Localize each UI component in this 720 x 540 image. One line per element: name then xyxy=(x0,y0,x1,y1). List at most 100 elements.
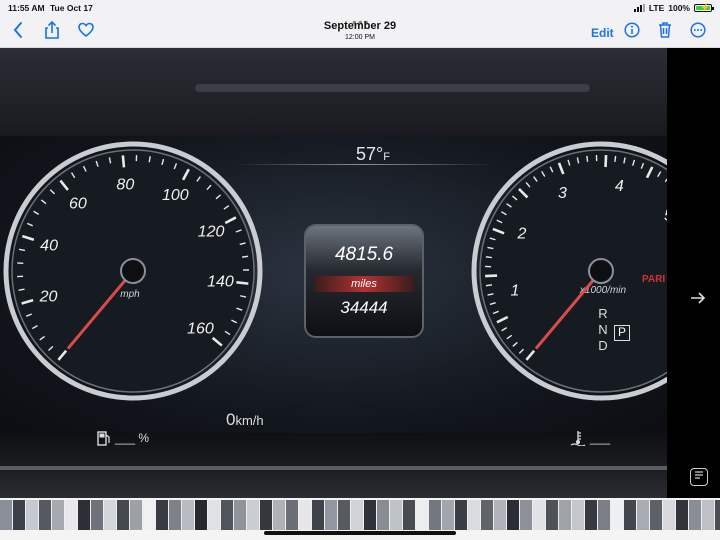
heart-icon xyxy=(78,22,94,38)
coolant-gauge: ___ xyxy=(570,430,610,446)
edit-button[interactable]: Edit xyxy=(591,24,614,42)
thumbnail[interactable] xyxy=(390,500,403,530)
next-photo-button[interactable] xyxy=(690,290,706,311)
trash-button[interactable] xyxy=(658,21,672,43)
thumbnail[interactable] xyxy=(663,500,676,530)
speedometer-label: 60 xyxy=(69,195,87,212)
more-button[interactable] xyxy=(690,21,706,43)
speedometer: 20 40 60 80 100 120 140 160 mph xyxy=(2,140,264,402)
thumbnail[interactable] xyxy=(507,500,520,530)
fuel-gauge: ___ % xyxy=(97,430,149,446)
thumbnail[interactable] xyxy=(286,500,299,530)
tachometer-tick xyxy=(485,256,492,259)
thumbnail[interactable] xyxy=(208,500,221,530)
thumbnail[interactable] xyxy=(585,500,598,530)
thumbnail[interactable] xyxy=(156,500,169,530)
thumbnail[interactable] xyxy=(13,500,26,530)
thumbnail[interactable] xyxy=(351,500,364,530)
speedometer-label: 100 xyxy=(162,187,189,204)
gear-selector: R N D xyxy=(598,306,608,354)
thumbnail[interactable] xyxy=(117,500,130,530)
tachometer-label: 3 xyxy=(558,185,567,202)
thumbnail[interactable] xyxy=(403,500,416,530)
thumbnail[interactable] xyxy=(169,500,182,530)
thumbnail[interactable] xyxy=(533,500,546,530)
tachometer-label: 2 xyxy=(516,225,526,242)
info-button[interactable] xyxy=(624,21,640,43)
thumbnail[interactable] xyxy=(260,500,273,530)
thumbnail[interactable] xyxy=(455,500,468,530)
thumbnail[interactable] xyxy=(676,500,689,530)
thumbnail[interactable] xyxy=(182,500,195,530)
tachometer-tick xyxy=(586,155,589,162)
thumbnail[interactable] xyxy=(0,500,13,530)
outside-temperature: 57°F xyxy=(356,144,390,165)
dashboard-cowl xyxy=(195,84,590,92)
thumbnail[interactable] xyxy=(52,500,65,530)
thumbnail[interactable] xyxy=(143,500,156,530)
thumbnail[interactable] xyxy=(234,500,247,530)
thumbnail[interactable] xyxy=(130,500,143,530)
live-text-button[interactable] xyxy=(690,468,708,486)
thumbnail[interactable] xyxy=(650,500,663,530)
speedometer-tick xyxy=(121,155,126,168)
thumbnail[interactable] xyxy=(377,500,390,530)
thumbnail[interactable] xyxy=(65,500,78,530)
photo-viewer[interactable]: 57°F 20406080100120140160mph 12345x1000/… xyxy=(0,48,667,498)
battery-icon: ⚡ xyxy=(694,3,714,12)
favorite-button[interactable] xyxy=(78,21,94,43)
thumbnail[interactable] xyxy=(325,500,338,530)
gear-d: D xyxy=(598,338,608,353)
thumbnail[interactable] xyxy=(78,500,91,530)
odometer-unit: miles xyxy=(314,276,414,292)
thumbnail[interactable] xyxy=(312,500,325,530)
thumbnail[interactable] xyxy=(195,500,208,530)
thumbnail[interactable] xyxy=(338,500,351,530)
thumbnail[interactable] xyxy=(715,500,720,530)
speedometer-label: 20 xyxy=(39,289,58,306)
thumbnail[interactable] xyxy=(481,500,494,530)
thumbnail[interactable] xyxy=(442,500,455,530)
tachometer: 12345x1000/min xyxy=(470,140,667,402)
thumbnail[interactable] xyxy=(598,500,611,530)
thumbnail[interactable] xyxy=(559,500,572,530)
thumbnail[interactable] xyxy=(364,500,377,530)
temperature-unit: F xyxy=(383,151,390,163)
thumbnail[interactable] xyxy=(572,500,585,530)
thumbnail[interactable] xyxy=(520,500,533,530)
speedometer-unit: mph xyxy=(120,289,140,300)
thumbnail[interactable] xyxy=(702,500,715,530)
speedometer-label: 120 xyxy=(198,223,225,240)
home-indicator[interactable] xyxy=(264,531,456,535)
thumbnail[interactable] xyxy=(104,500,117,530)
thumbnail[interactable] xyxy=(546,500,559,530)
thumbnail-strip xyxy=(0,498,720,540)
thumbnail[interactable] xyxy=(468,500,481,530)
thumbnail[interactable] xyxy=(637,500,650,530)
thumbnail[interactable] xyxy=(611,500,624,530)
thumbnail[interactable] xyxy=(299,500,312,530)
speedometer-label: 80 xyxy=(116,176,134,193)
thumbnail[interactable] xyxy=(26,500,39,530)
thumbnail[interactable] xyxy=(247,500,260,530)
thumbnail[interactable] xyxy=(416,500,429,530)
thumbnail[interactable] xyxy=(39,500,52,530)
gear-r: R xyxy=(598,306,608,321)
back-button[interactable] xyxy=(12,21,24,43)
speed-kmh: 0km/h xyxy=(226,410,264,430)
thumbnail[interactable] xyxy=(689,500,702,530)
speedometer-tick xyxy=(18,288,25,291)
nav-bar: ••• September 29 12:00 PM Edit xyxy=(0,14,720,48)
speedometer-label: 140 xyxy=(207,274,234,291)
thumbnail[interactable] xyxy=(273,500,286,530)
thumbnail[interactable] xyxy=(221,500,234,530)
thumbnail[interactable] xyxy=(429,500,442,530)
thumbnail[interactable] xyxy=(494,500,507,530)
thumbnail[interactable] xyxy=(624,500,637,530)
thumbnail[interactable] xyxy=(91,500,104,530)
info-icon xyxy=(624,22,640,38)
share-button[interactable] xyxy=(44,20,60,43)
temperature-divider xyxy=(235,164,495,165)
thumbnail-row[interactable] xyxy=(0,500,720,530)
tachometer-tick xyxy=(485,284,492,287)
